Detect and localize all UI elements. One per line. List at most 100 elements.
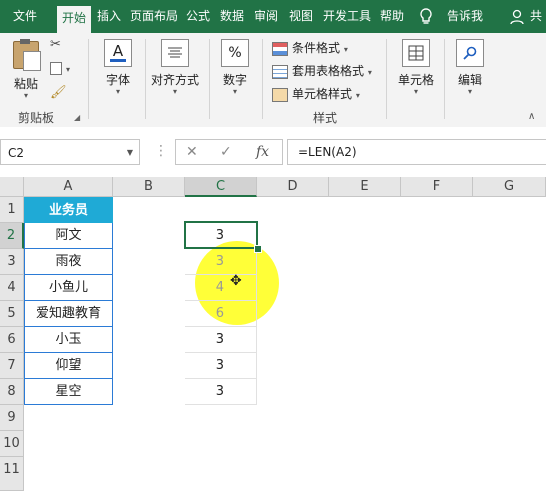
column-header-a[interactable]: A bbox=[24, 177, 113, 197]
divider bbox=[386, 39, 387, 119]
row-header-8[interactable]: 8 bbox=[0, 379, 24, 405]
cell-c4[interactable]: 4 bbox=[185, 275, 257, 301]
divider bbox=[145, 39, 146, 119]
alignment-button[interactable]: 对齐方式 ▾ bbox=[148, 39, 202, 96]
tab-review[interactable]: 审阅 bbox=[250, 0, 282, 33]
column-header-e[interactable]: E bbox=[329, 177, 401, 197]
tab-page-layout[interactable]: 页面布局 bbox=[127, 0, 181, 33]
editing-button[interactable]: 编辑 ▾ bbox=[450, 39, 490, 96]
enter-icon[interactable]: ✓ bbox=[220, 140, 232, 164]
share-button[interactable]: 共 bbox=[526, 0, 546, 33]
format-painter-icon[interactable]: 🖌 bbox=[50, 85, 67, 100]
cells-icon bbox=[402, 39, 430, 67]
align-icon bbox=[161, 39, 189, 67]
worksheet-grid[interactable]: A B C D E F G 1 2 3 4 5 6 7 8 9 10 11 业务… bbox=[0, 177, 546, 491]
row-header-7[interactable]: 7 bbox=[0, 353, 24, 379]
cell-styles-button[interactable]: 单元格样式 ▾ bbox=[272, 84, 360, 104]
formula-input[interactable]: =LEN(A2) bbox=[287, 139, 546, 165]
column-header-d[interactable]: D bbox=[257, 177, 329, 197]
person-icon[interactable] bbox=[510, 0, 524, 33]
divider bbox=[262, 39, 263, 119]
tab-formulas[interactable]: 公式 bbox=[182, 0, 214, 33]
name-box-value: C2 bbox=[8, 146, 25, 160]
font-button[interactable]: A 字体 ▾ bbox=[96, 39, 140, 96]
column-header-c[interactable]: C bbox=[185, 177, 257, 197]
row-header-6[interactable]: 6 bbox=[0, 327, 24, 353]
more-options-icon: ⋮ bbox=[154, 143, 168, 159]
column-header-b[interactable]: B bbox=[113, 177, 185, 197]
collapse-ribbon-icon[interactable]: ∧ bbox=[528, 111, 535, 122]
tab-view[interactable]: 视图 bbox=[284, 0, 318, 33]
cell-a4[interactable]: 小鱼儿 bbox=[24, 275, 113, 301]
cell-styles-icon bbox=[272, 87, 288, 102]
cell-a7[interactable]: 仰望 bbox=[24, 353, 113, 379]
divider bbox=[444, 39, 445, 119]
fill-handle[interactable] bbox=[254, 245, 262, 253]
chevron-down-icon: ▾ bbox=[413, 87, 418, 96]
row-header-1[interactable]: 1 bbox=[0, 197, 24, 223]
chevron-down-icon: ▾ bbox=[467, 87, 472, 96]
font-label: 字体 bbox=[105, 73, 130, 87]
cell-c3[interactable]: 3 bbox=[185, 249, 257, 275]
column-header-g[interactable]: G bbox=[473, 177, 546, 197]
styles-group-label: 样式 bbox=[312, 111, 337, 125]
ribbon-tab-bar: 文件 开始 插入 页面布局 公式 数据 审阅 视图 开发工具 帮助 告诉我 共 bbox=[0, 0, 546, 33]
dialog-launcher-icon[interactable]: ◢ bbox=[74, 113, 80, 122]
tab-data[interactable]: 数据 bbox=[216, 0, 248, 33]
editing-label: 编辑 bbox=[457, 73, 482, 87]
copy-icon[interactable]: ▾ bbox=[50, 61, 70, 75]
conditional-format-icon bbox=[272, 41, 288, 56]
clipboard-icon bbox=[13, 39, 41, 71]
row-header-5[interactable]: 5 bbox=[0, 301, 24, 327]
paste-button[interactable]: 粘贴 ▾ bbox=[8, 39, 44, 100]
cell-a5[interactable]: 爱知趣教育 bbox=[24, 301, 113, 327]
cell-a8[interactable]: 星空 bbox=[24, 379, 113, 405]
chevron-down-icon: ▾ bbox=[172, 87, 177, 96]
conditional-format-button[interactable]: 条件格式 ▾ bbox=[272, 38, 348, 58]
number-label: 数字 bbox=[222, 73, 247, 87]
tab-developer[interactable]: 开发工具 bbox=[320, 0, 374, 33]
column-header-f[interactable]: F bbox=[401, 177, 473, 197]
chevron-down-icon: ▾ bbox=[23, 91, 28, 100]
format-as-table-button[interactable]: 套用表格格式 ▾ bbox=[272, 61, 372, 81]
cell-a6[interactable]: 小玉 bbox=[24, 327, 113, 353]
formula-bar: C2 ▼ ⋮ ✕ ✓ fx =LEN(A2) bbox=[0, 127, 546, 177]
row-header-4[interactable]: 4 bbox=[0, 275, 24, 301]
lightbulb-icon[interactable] bbox=[416, 0, 436, 33]
search-icon bbox=[456, 39, 484, 67]
cell-a2[interactable]: 阿文 bbox=[24, 223, 113, 249]
paste-label: 粘贴 bbox=[13, 77, 38, 91]
row-header-10[interactable]: 10 bbox=[0, 431, 24, 457]
tell-me-search[interactable]: 告诉我 bbox=[442, 0, 488, 33]
cells-button[interactable]: 单元格 ▾ bbox=[394, 39, 438, 96]
tab-insert[interactable]: 插入 bbox=[92, 0, 126, 33]
divider bbox=[209, 39, 210, 119]
row-header-3[interactable]: 3 bbox=[0, 249, 24, 275]
tab-help[interactable]: 帮助 bbox=[376, 0, 408, 33]
formula-buttons: ✕ ✓ fx bbox=[175, 139, 283, 165]
chevron-down-icon: ▾ bbox=[115, 87, 120, 96]
tab-home[interactable]: 开始 bbox=[57, 6, 91, 33]
cell-a1[interactable]: 业务员 bbox=[24, 197, 113, 223]
cut-icon[interactable]: ✂ bbox=[50, 37, 61, 52]
cell-c6[interactable]: 3 bbox=[185, 327, 257, 353]
number-button[interactable]: % 数字 ▾ bbox=[214, 39, 256, 96]
tab-file[interactable]: 文件 bbox=[0, 0, 50, 33]
cell-c5[interactable]: 6 bbox=[185, 301, 257, 327]
divider bbox=[88, 39, 89, 119]
active-cell-border bbox=[184, 221, 258, 249]
cell-c7[interactable]: 3 bbox=[185, 353, 257, 379]
row-header-11[interactable]: 11 bbox=[0, 457, 24, 491]
table-icon bbox=[272, 64, 288, 79]
cell-a3[interactable]: 雨夜 bbox=[24, 249, 113, 275]
ribbon: 粘贴 ▾ ✂ ▾ 🖌 剪贴板 ◢ A 字体 ▾ 对齐方式 ▾ % 数字 ▾ 条件… bbox=[0, 33, 546, 128]
row-header-2[interactable]: 2 bbox=[0, 223, 24, 249]
clipboard-group-label: 剪贴板 bbox=[17, 111, 54, 125]
insert-function-icon[interactable]: fx bbox=[256, 140, 269, 164]
cell-c8[interactable]: 3 bbox=[185, 379, 257, 405]
select-all-corner[interactable] bbox=[0, 177, 24, 197]
cancel-icon[interactable]: ✕ bbox=[186, 140, 198, 164]
row-header-9[interactable]: 9 bbox=[0, 405, 24, 431]
move-cursor-icon: ✥ bbox=[230, 273, 242, 289]
name-box[interactable]: C2 ▼ bbox=[0, 139, 140, 165]
